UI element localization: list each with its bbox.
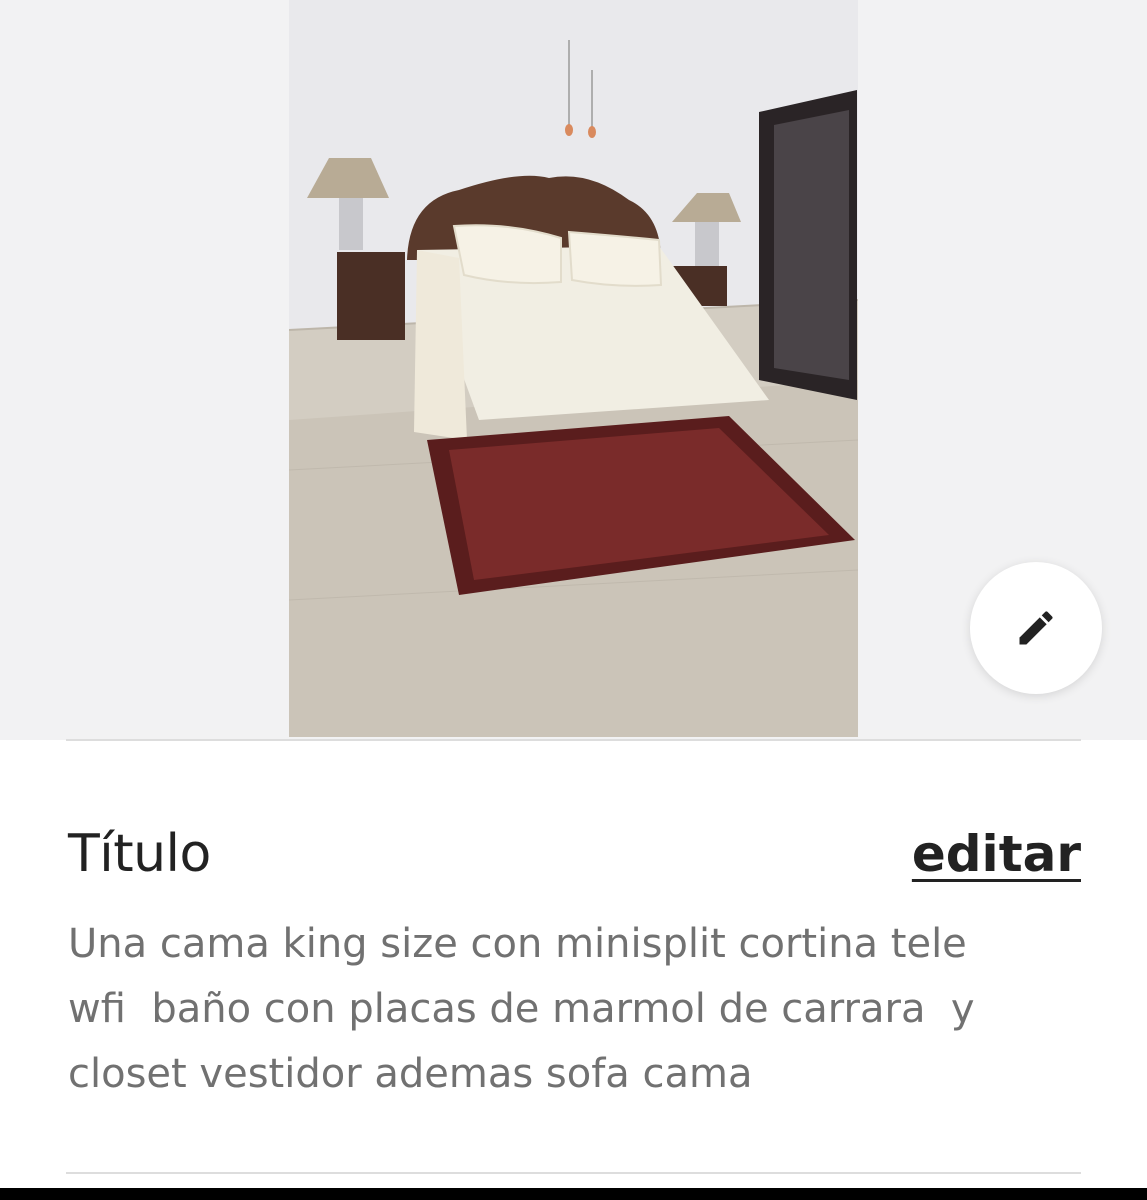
section-title: Título (68, 824, 211, 884)
edit-title-link[interactable]: editar (912, 818, 1081, 890)
section-divider-top (66, 739, 1081, 741)
pencil-icon (1019, 611, 1053, 645)
photo-area (0, 0, 1147, 740)
listing-description: Una cama king size con minisplit cortina… (68, 921, 975, 1097)
edit-photo-button[interactable] (970, 562, 1102, 694)
bottom-bar (0, 1188, 1147, 1200)
section-divider-bottom (66, 1172, 1081, 1174)
bedroom-photo[interactable] (289, 0, 858, 737)
listing-edit-page: Título editar Una cama king size con min… (0, 0, 1147, 1200)
